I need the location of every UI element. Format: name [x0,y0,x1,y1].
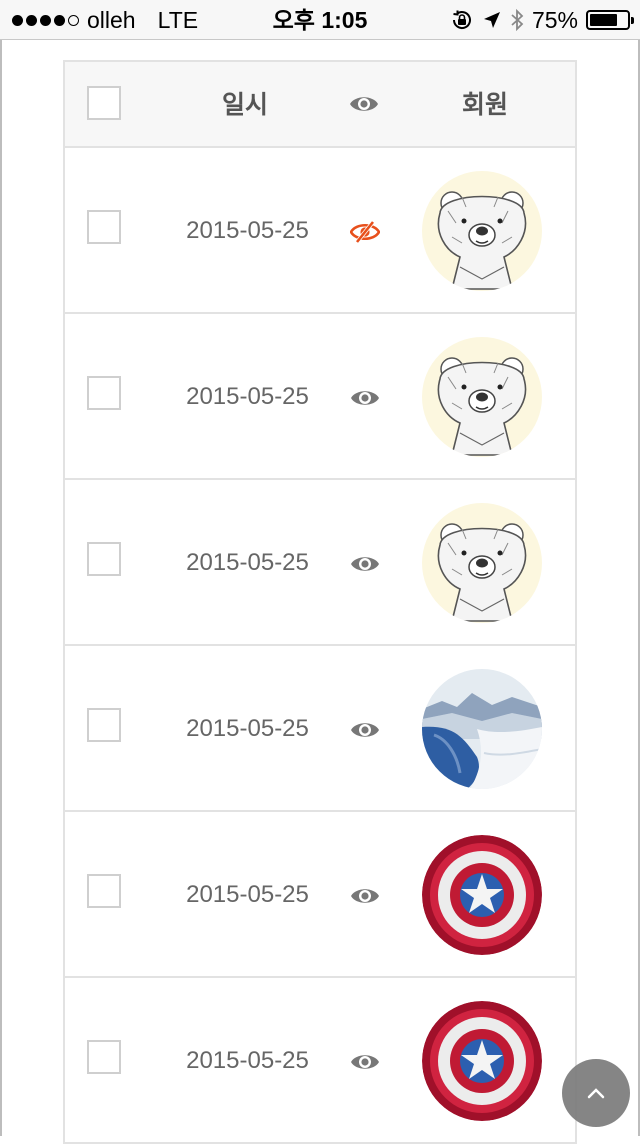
status-bar: olleh LTE 오후 1:05 75% [0,0,640,40]
column-header-date[interactable]: 일시 [175,62,315,148]
battery-percent: 75% [531,6,578,33]
table-row[interactable]: 2015-05-25 [65,812,575,978]
eye-icon[interactable] [350,386,380,410]
page-frame-left [0,40,2,1136]
chevron-up-icon [587,1088,605,1099]
member-avatar[interactable] [422,835,542,955]
table-row[interactable]: 2015-05-25 [65,646,575,812]
scroll-to-top-button[interactable] [562,1059,630,1127]
column-header-member[interactable]: 회원 [425,62,545,148]
bluetooth-icon [511,8,524,32]
row-checkbox[interactable] [87,874,121,908]
row-checkbox[interactable] [87,542,121,576]
row-checkbox[interactable] [87,376,121,410]
row-date: 2015-05-25 [186,383,309,410]
table-row[interactable]: 2015-05-25 [65,480,575,646]
row-date: 2015-05-25 [186,217,309,244]
select-all-checkbox[interactable] [87,86,121,120]
battery-icon [586,10,634,30]
member-avatar[interactable] [422,503,542,623]
eye-slash-icon[interactable] [350,220,380,244]
orientation-lock-icon [452,10,471,29]
row-date: 2015-05-25 [186,715,309,742]
eye-icon[interactable] [350,552,380,576]
row-date: 2015-05-25 [186,1047,309,1074]
member-avatar[interactable] [422,669,542,789]
table-row[interactable]: 2015-05-25 [65,314,575,480]
status-bar-right: 75% [450,0,634,40]
eye-icon [350,97,378,111]
eye-icon[interactable] [350,718,380,742]
member-visit-table: 일시 회원 2015-05-25 2015-05-25 2015-05-25 2… [63,60,577,1144]
row-checkbox[interactable] [87,1040,121,1074]
table-body: 2015-05-25 2015-05-25 2015-05-25 2015-05… [65,148,575,1144]
member-avatar[interactable] [422,337,542,457]
eye-icon[interactable] [350,1050,380,1074]
row-checkbox[interactable] [87,708,121,742]
row-checkbox[interactable] [87,210,121,244]
table-row[interactable]: 2015-05-25 [65,148,575,314]
member-avatar[interactable] [422,1001,542,1121]
table-row[interactable]: 2015-05-25 [65,978,575,1144]
row-date: 2015-05-25 [186,549,309,576]
member-avatar[interactable] [422,171,542,291]
battery-fill [590,14,617,26]
location-arrow-icon [483,12,500,28]
table-header: 일시 회원 [65,62,575,148]
row-date: 2015-05-25 [186,881,309,908]
eye-icon[interactable] [350,884,380,908]
